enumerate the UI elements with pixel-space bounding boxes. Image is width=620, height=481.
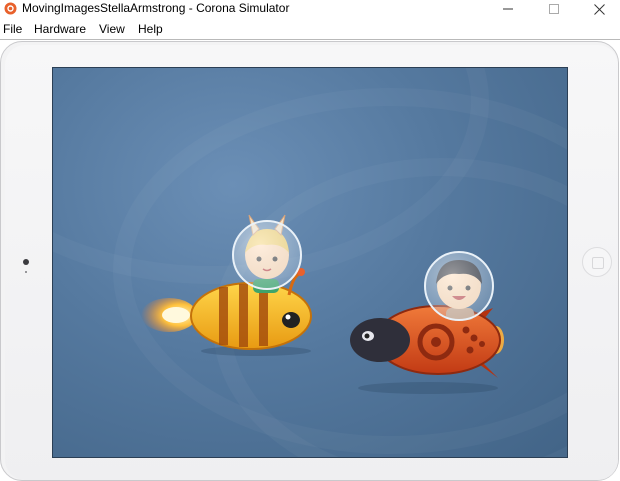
window-title: MovingImagesStellaArmstrong - Corona Sim… [22,1,290,15]
menu-hardware[interactable]: Hardware [34,22,86,36]
menu-help[interactable]: Help [138,22,163,36]
menu-divider [0,39,620,40]
menu-view[interactable]: View [99,22,125,36]
camera-icon [23,259,29,265]
maximize-button[interactable] [531,0,577,18]
menu-bar: File Hardware View Help [0,19,620,39]
menu-file[interactable]: File [3,22,22,36]
close-button[interactable] [576,0,620,18]
ladybug-rocket-sprite[interactable] [328,238,508,398]
minimize-button[interactable] [485,0,531,18]
minimize-icon [503,8,513,10]
close-icon [593,3,605,15]
title-bar: MovingImagesStellaArmstrong - Corona Sim… [0,0,620,18]
home-button[interactable] [582,247,612,277]
simulator-screen[interactable] [52,67,568,458]
sensor-dot [25,271,27,273]
bee-rocket-sprite[interactable] [141,183,321,358]
maximize-icon [549,4,559,14]
corona-icon [4,2,17,15]
